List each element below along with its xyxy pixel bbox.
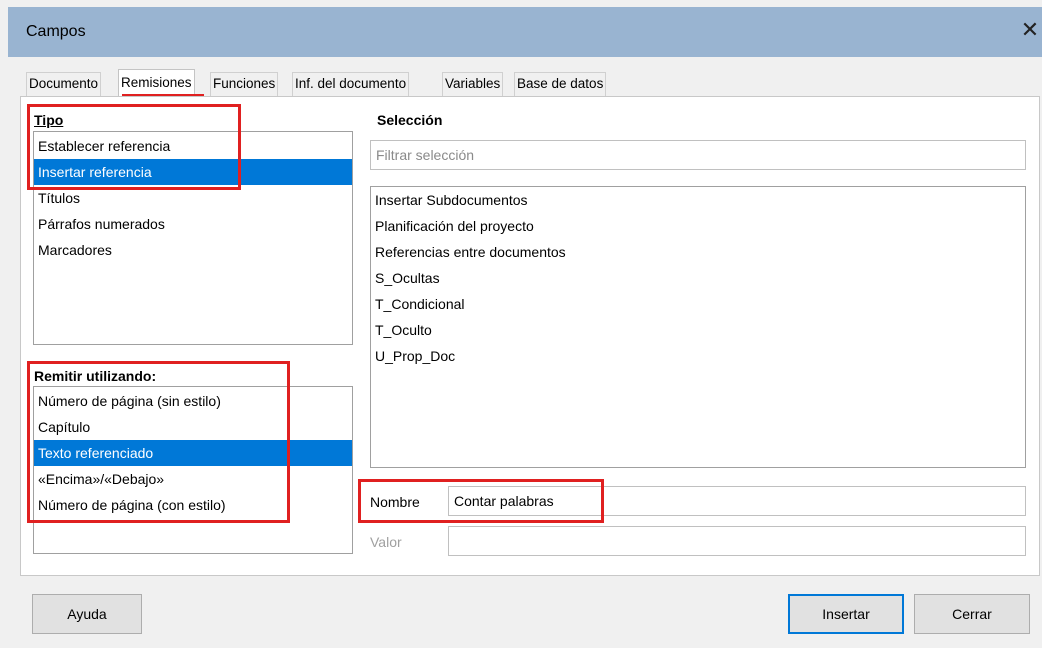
seleccion-listbox[interactable]: Insertar Subdocumentos Planificación del… xyxy=(370,186,1026,468)
list-item[interactable]: Capítulo xyxy=(34,414,352,440)
list-item[interactable]: Texto referenciado xyxy=(34,440,352,466)
valor-field[interactable] xyxy=(448,526,1026,556)
close-button[interactable]: Cerrar xyxy=(914,594,1030,634)
list-item[interactable]: Párrafos numerados xyxy=(34,211,352,237)
tipo-listbox[interactable]: Establecer referencia Insertar referenci… xyxy=(33,131,353,345)
list-item[interactable]: T_Oculto xyxy=(371,317,1025,343)
remitir-listbox[interactable]: Número de página (sin estilo) Capítulo T… xyxy=(33,386,353,554)
tab-inf-documento[interactable]: Inf. del documento xyxy=(292,72,410,96)
list-item[interactable]: Establecer referencia xyxy=(34,133,352,159)
nombre-field[interactable]: Contar palabras xyxy=(448,486,1026,516)
list-item[interactable]: S_Ocultas xyxy=(371,265,1025,291)
tab-base-de-datos[interactable]: Base de datos xyxy=(514,72,607,96)
fields-dialog: Campos ✕ Documento Remisiones Funciones … xyxy=(0,0,1042,648)
tab-funciones[interactable]: Funciones xyxy=(210,72,279,96)
list-item[interactable]: U_Prop_Doc xyxy=(371,343,1025,369)
tab-documento[interactable]: Documento xyxy=(26,72,102,96)
list-item[interactable]: Referencias entre documentos xyxy=(371,239,1025,265)
nombre-label: Nombre xyxy=(370,494,420,510)
window-title: Campos xyxy=(26,23,86,40)
list-item[interactable]: «Encima»/«Debajo» xyxy=(34,466,352,492)
tab-variables[interactable]: Variables xyxy=(442,72,504,96)
tipo-label: Tipo xyxy=(34,112,64,128)
list-item[interactable]: Insertar Subdocumentos xyxy=(371,187,1025,213)
insert-button[interactable]: Insertar xyxy=(788,594,904,634)
list-item[interactable]: T_Condicional xyxy=(371,291,1025,317)
remitir-label: Remitir utilizando: xyxy=(34,368,157,384)
filter-input[interactable]: Filtrar selección xyxy=(370,140,1026,170)
list-item[interactable]: Número de página (con estilo) xyxy=(34,492,352,518)
list-item[interactable]: Títulos xyxy=(34,185,352,211)
list-item[interactable]: Número de página (sin estilo) xyxy=(34,388,352,414)
title-bar[interactable]: Campos ✕ xyxy=(8,7,1042,57)
close-icon[interactable]: ✕ xyxy=(1016,15,1042,45)
list-item[interactable]: Planificación del proyecto xyxy=(371,213,1025,239)
help-button[interactable]: Ayuda xyxy=(32,594,142,634)
list-item[interactable]: Marcadores xyxy=(34,237,352,263)
seleccion-label: Selección xyxy=(377,112,443,128)
valor-label: Valor xyxy=(370,534,402,550)
list-item[interactable]: Insertar referencia xyxy=(34,159,352,185)
tab-remisiones[interactable]: Remisiones xyxy=(118,69,195,97)
